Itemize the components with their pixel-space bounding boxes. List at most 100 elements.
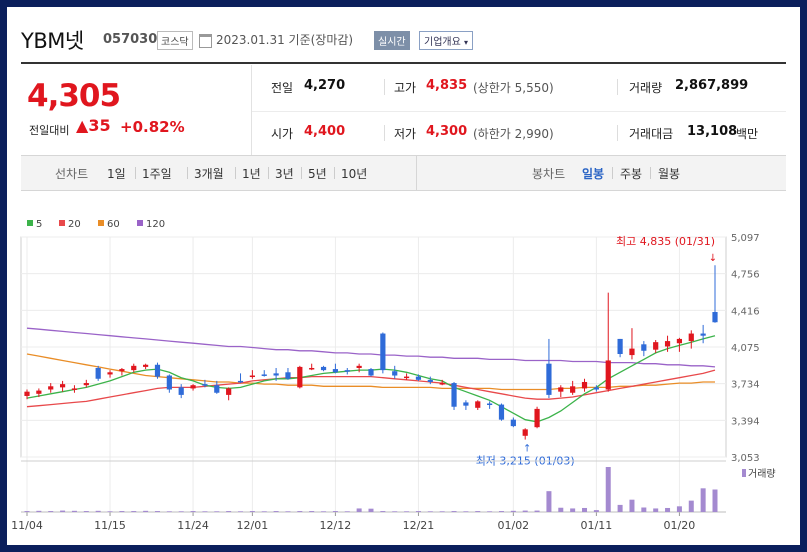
- candle-body: [653, 342, 659, 350]
- candle-body: [415, 376, 422, 380]
- volume-bar: [617, 504, 623, 512]
- volume-bar: [451, 511, 457, 512]
- tab-separator: [301, 167, 302, 179]
- candle-body: [83, 383, 89, 386]
- candle-body: [131, 365, 137, 371]
- stats-divider: [251, 65, 252, 159]
- volume-bar: [309, 511, 315, 512]
- company-overview-button[interactable]: 기업개요 ▾: [419, 31, 474, 50]
- y-tick-label: 4,075: [731, 343, 760, 354]
- legend-swatch: [98, 220, 104, 226]
- x-tick-label: 01/02: [497, 519, 529, 532]
- tab-separator: [187, 167, 188, 179]
- amount-unit: 백만: [736, 127, 759, 141]
- volume-bar: [273, 511, 279, 512]
- tab-separator: [135, 167, 136, 179]
- x-tick-label: 12/01: [237, 519, 269, 532]
- volume-bar: [534, 510, 540, 512]
- volume-bar: [48, 511, 54, 512]
- tab-monthly[interactable]: 월봉: [658, 165, 680, 182]
- volume-bar: [582, 507, 588, 512]
- high-annotation: 최고 4,835 (01/31): [616, 235, 715, 248]
- tab-separator: [235, 167, 236, 179]
- volume-bar: [558, 507, 564, 512]
- candle-body: [605, 360, 611, 390]
- realtime-button[interactable]: 실시간: [374, 31, 410, 50]
- legend-swatch: [59, 220, 65, 226]
- ma120-line: [26, 327, 716, 368]
- candle-body: [59, 384, 66, 388]
- amount-label: 거래대금: [629, 127, 674, 141]
- candle-body: [166, 375, 172, 390]
- tab-10y[interactable]: 10년: [341, 165, 367, 182]
- tab-weekly[interactable]: 주봉: [620, 165, 642, 182]
- volume-bar: [605, 467, 611, 512]
- volume-bar: [498, 511, 504, 512]
- open-value: 4,400: [304, 124, 346, 139]
- candle-body: [273, 373, 279, 376]
- volume-bar: [463, 511, 469, 512]
- volume-bar: [344, 511, 350, 512]
- candle-body: [190, 385, 196, 389]
- tab-1d[interactable]: 1일: [107, 165, 126, 182]
- candle-body: [237, 380, 244, 383]
- candle-body: [522, 429, 528, 436]
- col-divider: [617, 79, 618, 95]
- prev-label: 전일: [271, 81, 294, 95]
- volume-bar: [404, 511, 410, 512]
- candle-body: [344, 370, 350, 372]
- legend-label: 20: [68, 219, 81, 230]
- candle-body: [380, 333, 386, 371]
- y-tick-label: 3,053: [731, 453, 760, 464]
- line-chart-label[interactable]: 선차트: [55, 165, 88, 182]
- col-divider: [384, 125, 385, 141]
- volume-bar: [190, 511, 196, 512]
- volume-bar: [439, 511, 445, 512]
- volume-value: 2,867,899: [675, 78, 749, 93]
- price-chart: 5,097 4,756 4,416 4,075 3,734 3,394 3,053 11/04…: [7, 207, 800, 545]
- up-triangle-icon: ▲: [76, 116, 89, 135]
- volume-bar: [629, 499, 635, 512]
- low-label: 저가: [394, 127, 417, 141]
- volume-bar: [83, 511, 89, 512]
- volume-bar: [641, 507, 647, 512]
- volume-legend-label: 거래량: [748, 468, 776, 480]
- down-arrow-icon: ↓: [709, 253, 717, 264]
- candle-body: [487, 403, 493, 406]
- company-overview-label: 기업개요: [424, 37, 461, 48]
- tab-3m[interactable]: 3개월: [194, 165, 224, 182]
- candlestick-chart-svg: 5,097 4,756 4,416 4,075 3,734 3,394 3,053 11/04…: [11, 219, 776, 532]
- volume-bar: [653, 508, 659, 512]
- stats-row-divider: [252, 111, 786, 112]
- tab-1w[interactable]: 1주일: [142, 165, 172, 182]
- candle-body: [641, 344, 647, 351]
- tab-separator: [650, 167, 651, 179]
- date-value: 2023.01.31: [216, 33, 285, 47]
- x-tick-label: 12/12: [320, 519, 352, 532]
- volume-bar: [700, 488, 706, 512]
- tab-3y[interactable]: 3년: [275, 165, 294, 182]
- stock-name: YBM넷: [21, 29, 84, 53]
- candle-body: [202, 384, 208, 386]
- prev-value: 4,270: [304, 78, 346, 93]
- candle-body: [498, 404, 505, 420]
- candle-chart-label[interactable]: 봉차트: [532, 165, 565, 182]
- candle-body: [463, 402, 469, 406]
- candle-body: [143, 364, 149, 367]
- tab-daily[interactable]: 일봉: [582, 165, 604, 182]
- quote-date: 2023.01.31 기준(장마감): [216, 31, 353, 48]
- change-amount: 35: [88, 116, 111, 135]
- volume-bar: [297, 511, 303, 512]
- tab-5y[interactable]: 5년: [308, 165, 327, 182]
- candle-body: [427, 379, 433, 382]
- x-tick-label: 11/24: [177, 519, 209, 532]
- volume-bar: [392, 511, 398, 512]
- y-tick-label: 4,416: [731, 306, 760, 317]
- tab-separator: [334, 167, 335, 179]
- tab-separator: [268, 167, 269, 179]
- x-tick-label: 01/11: [581, 519, 613, 532]
- tab-1y[interactable]: 1년: [242, 165, 261, 182]
- header: YBM넷 057030 코스닥 2023.01.31 기준(장마감) 실시간 기…: [7, 7, 800, 65]
- tab-group-divider: [416, 156, 417, 190]
- tab-separator: [612, 167, 613, 179]
